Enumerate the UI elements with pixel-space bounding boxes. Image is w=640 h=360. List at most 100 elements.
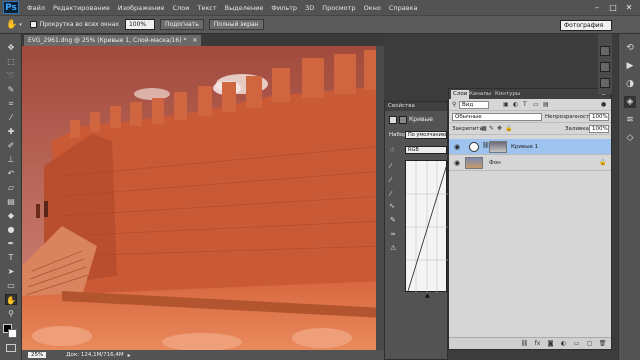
document-tab[interactable]: EVG_2961.dng @ 25% (Кривые 1, Слой-маска…	[24, 35, 202, 46]
zoom-icon[interactable]: ⚲	[5, 308, 17, 319]
gradient-icon[interactable]: ▤	[5, 196, 17, 207]
filter-toggle-icon[interactable]: ●	[601, 101, 606, 108]
menu-select[interactable]: Выделение	[225, 4, 264, 12]
layers-panel-icon[interactable]: ◈	[624, 96, 636, 108]
zoom-field[interactable]: 100%	[124, 19, 155, 30]
strip-icon-2[interactable]	[600, 62, 610, 72]
status-menu-arrow-icon[interactable]: ▸	[128, 352, 131, 359]
history-panel-icon[interactable]: ⟲	[624, 42, 636, 54]
mask-icon[interactable]	[399, 116, 407, 124]
maximize-button[interactable]: □	[606, 2, 620, 13]
smooth-icon[interactable]: ≈	[390, 230, 396, 238]
stamp-icon[interactable]: ⊥	[5, 154, 17, 165]
menu-image[interactable]: Изображение	[118, 4, 165, 12]
lasso-icon[interactable]: ➰	[5, 70, 17, 81]
workspace-select[interactable]: Фотография	[560, 20, 612, 31]
dodge-icon[interactable]: ●	[5, 224, 17, 235]
collapsed-panel-strip	[598, 34, 612, 94]
filter-shape-icon[interactable]: ▭	[533, 101, 539, 108]
layer-style-icon[interactable]: fx	[533, 339, 542, 348]
new-layer-icon[interactable]: ▢	[585, 339, 594, 348]
channel-select[interactable]: RGB	[405, 146, 447, 154]
lock-pixels-icon[interactable]: ✎	[489, 125, 494, 132]
type-icon[interactable]: T	[5, 252, 17, 263]
new-group-icon[interactable]: ▭	[572, 339, 581, 348]
menu-view[interactable]: Просмотр	[322, 4, 355, 12]
delete-layer-icon[interactable]: 🗑	[598, 339, 607, 348]
eraser-icon[interactable]: ▱	[5, 182, 17, 193]
scroll-all-label: Прокрутка во всех окнах	[39, 21, 119, 28]
pen-icon[interactable]: ✒	[5, 238, 17, 249]
marquee-icon[interactable]: ⬚	[5, 56, 17, 67]
tool-preset-arrow-icon[interactable]: ▾	[19, 22, 22, 28]
visibility-eye-icon[interactable]: ◉	[453, 143, 461, 151]
layer-mask-thumbnail[interactable]	[489, 141, 507, 153]
crop-icon[interactable]: ⌗	[5, 98, 17, 109]
quick-select-icon[interactable]: ✎	[5, 84, 17, 95]
close-button[interactable]: ✕	[622, 2, 636, 13]
scroll-all-checkbox[interactable]	[29, 21, 37, 28]
menu-layer[interactable]: Слои	[172, 4, 189, 12]
menu-filter[interactable]: Фильтр	[271, 4, 297, 12]
color-panel-icon[interactable]: ◑	[624, 78, 636, 90]
fit-screen-button[interactable]: Подогнать	[159, 19, 204, 30]
close-tab-icon[interactable]: ✕	[192, 37, 197, 44]
menu-edit[interactable]: Редактирование	[53, 4, 110, 12]
curve-edit-icon[interactable]: ∿	[389, 202, 395, 210]
tab-channels[interactable]: Каналы	[467, 90, 493, 99]
strip-icon-1[interactable]	[600, 46, 610, 56]
layer-name: Кривые 1	[511, 144, 539, 150]
layer-row-background[interactable]: ◉ Фон 🔒	[449, 155, 611, 171]
actions-panel-icon[interactable]: ▶	[624, 60, 636, 72]
blur-icon[interactable]: ◆	[5, 210, 17, 221]
move-icon[interactable]: ✥	[5, 42, 17, 53]
filter-type-icon[interactable]: T	[523, 101, 527, 108]
visibility-eye-icon[interactable]: ◉	[453, 159, 461, 167]
preset-select[interactable]: По умолчанию	[405, 131, 447, 139]
background-color-swatch[interactable]	[8, 329, 17, 338]
sample-gray-icon[interactable]: ⁄	[390, 176, 391, 184]
eyedropper-icon[interactable]: ⁄	[5, 112, 17, 123]
document-canvas[interactable]	[22, 46, 384, 350]
zoom-readout[interactable]: 25%	[28, 352, 47, 358]
blend-mode-select[interactable]: Обычные	[452, 113, 542, 121]
black-point-slider[interactable]: ▲	[425, 292, 430, 299]
menu-window[interactable]: Окно	[364, 4, 381, 12]
path-select-icon[interactable]: ➤	[5, 266, 17, 277]
lock-position-icon[interactable]: ✥	[497, 125, 502, 132]
filter-smart-icon[interactable]: ▤	[543, 101, 549, 108]
add-mask-icon[interactable]: ◙	[546, 339, 555, 348]
hand-icon[interactable]: ✋	[5, 294, 17, 305]
history-brush-icon[interactable]: ↶	[5, 168, 17, 179]
opacity-field[interactable]: 100%	[589, 113, 609, 121]
minimize-button[interactable]: –	[590, 2, 604, 13]
menu-file[interactable]: Файл	[27, 4, 45, 12]
full-screen-button[interactable]: Полный экран	[208, 19, 264, 30]
sample-black-icon[interactable]: ⁄	[390, 162, 391, 170]
lock-transparent-icon[interactable]: ▦	[481, 125, 487, 132]
tab-paths[interactable]: Контуры	[493, 90, 522, 99]
new-adjustment-icon[interactable]: ◐	[559, 339, 568, 348]
layer-row-curves[interactable]: ◉ ⛓ Кривые 1	[449, 139, 611, 155]
sample-white-icon[interactable]: ⁄	[390, 190, 391, 198]
strip-icon-3[interactable]	[600, 78, 610, 88]
brush-icon[interactable]: ✐	[5, 140, 17, 151]
filter-kind-select[interactable]: Вид	[459, 101, 489, 109]
filter-adjust-icon[interactable]: ◐	[513, 101, 518, 108]
menu-help[interactable]: Справка	[389, 4, 418, 12]
link-layers-icon[interactable]: ⛓	[520, 339, 529, 348]
lock-all-icon[interactable]: 🔒	[505, 125, 512, 132]
filter-pixel-icon[interactable]: ▣	[503, 101, 509, 108]
menu-3d[interactable]: 3D	[305, 4, 314, 12]
fill-field[interactable]: 100%	[589, 125, 609, 133]
paths-panel-icon[interactable]: ◇	[624, 132, 636, 144]
quick-mask-icon[interactable]	[6, 344, 16, 352]
healing-icon[interactable]: ✚	[5, 126, 17, 137]
curves-graph[interactable]	[405, 160, 449, 293]
layers-panel: Слои Каналы Контуры ≡ ⚲ Вид ▣ ◐ T ▭ ▤ ● …	[448, 88, 612, 350]
menu-type[interactable]: Текст	[197, 4, 216, 12]
shape-icon[interactable]: ▭	[5, 280, 17, 291]
channels-panel-icon[interactable]: ≋	[624, 114, 636, 126]
pencil-draw-icon[interactable]: ✎	[390, 216, 396, 224]
on-image-adjust-icon[interactable]: ☝	[390, 146, 394, 154]
